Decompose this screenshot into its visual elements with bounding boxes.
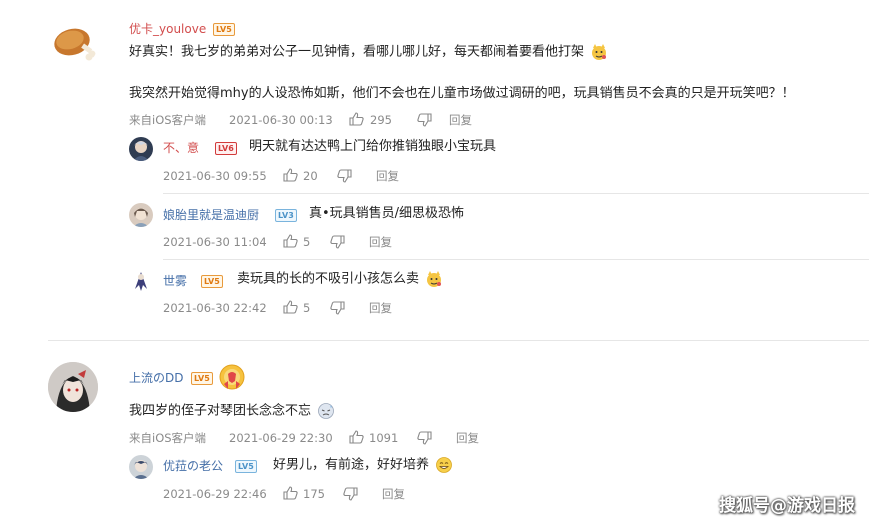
level-badge: LV5	[213, 23, 235, 36]
avatar-anime-icon	[133, 141, 149, 161]
reply-link[interactable]: 回复	[376, 168, 399, 184]
smile-emoji-icon	[436, 457, 453, 473]
reply-divider	[163, 259, 869, 260]
level-badge: LV6	[215, 142, 237, 155]
reply-username[interactable]: 优菈の老公	[163, 458, 223, 474]
reply-time: 2021-06-29 22:46	[163, 487, 267, 501]
like-count: 5	[303, 301, 311, 315]
reply-link[interactable]: 回复	[369, 300, 392, 316]
comment-time: 2021-06-29 22:30	[229, 431, 333, 445]
like-count: 20	[303, 169, 318, 183]
level-badge: LV5	[235, 460, 257, 473]
reply-divider	[163, 193, 869, 194]
avatar[interactable]	[48, 362, 98, 412]
reply-time: 2021-06-30 22:42	[163, 301, 267, 315]
comment-time: 2021-06-30 00:13	[229, 113, 333, 127]
reply-username[interactable]: 不、意	[163, 140, 199, 156]
cat-emoji-icon	[592, 44, 607, 60]
drumstick-icon	[54, 28, 96, 61]
comment-text: 我四岁的侄子对琴团长念念不忘	[129, 402, 335, 421]
like-count: 1091	[369, 431, 399, 445]
avatar-anime-icon	[48, 362, 98, 412]
sweat-emoji-icon	[318, 403, 335, 419]
reply-text: 明天就有达达鸭上门给你推销独眼小宝玩具	[249, 139, 497, 154]
reply-avatar[interactable]	[129, 203, 153, 227]
thumbs-down-icon[interactable]	[343, 487, 358, 501]
thumbs-up-icon[interactable]	[283, 168, 298, 182]
level-badge: LV5	[201, 275, 223, 288]
thumbs-down-icon[interactable]	[330, 235, 345, 249]
avatar-anime-icon	[133, 208, 149, 227]
comment-source: 来自iOS客户端	[129, 431, 207, 445]
reply-link[interactable]: 回复	[456, 430, 479, 446]
comment-text-line: 好真实！我七岁的弟弟对公子一见钟情，看哪儿哪儿好，每天都闹着要看他打架	[129, 44, 585, 60]
reply-text: 好男儿，有前途，好好培养	[273, 456, 453, 475]
thumbs-up-icon[interactable]	[349, 112, 364, 126]
reply-time: 2021-06-30 11:04	[163, 235, 267, 249]
like-count: 5	[303, 235, 311, 249]
avatar-drumstick[interactable]	[48, 18, 98, 68]
reply-avatar[interactable]	[129, 137, 153, 161]
comment-text: 好真实！我七岁的弟弟对公子一见钟情，看哪儿哪儿好，每天都闹着要看他打架	[129, 43, 608, 62]
username[interactable]: 优卡_youlove	[129, 21, 206, 37]
reply-username[interactable]: 世雾	[163, 273, 187, 289]
reply-text-content: 卖玩具的长的不吸引小孩怎么卖	[237, 271, 420, 287]
reply-link[interactable]: 回复	[449, 112, 472, 128]
reply-time: 2021-06-30 09:55	[163, 169, 267, 183]
level-badge: LV3	[275, 209, 297, 222]
cat-emoji-icon	[427, 271, 442, 287]
reply-text-content: 好男儿，有前途，好好培养	[273, 457, 430, 473]
thumbs-up-icon[interactable]	[283, 486, 298, 500]
reply-avatar[interactable]	[129, 269, 153, 293]
thumbs-down-icon[interactable]	[330, 301, 345, 315]
reply-link[interactable]: 回复	[369, 234, 392, 250]
comment-text-line: 我四岁的侄子对琴团长念念不忘	[129, 403, 312, 419]
level-badge: LV5	[191, 372, 213, 385]
thumbs-up-icon[interactable]	[283, 300, 298, 314]
thumbs-down-icon[interactable]	[337, 169, 352, 183]
username[interactable]: 上流のDD	[129, 370, 183, 386]
comment-divider	[48, 340, 869, 341]
thumbs-down-icon[interactable]	[417, 113, 432, 127]
comment-text-line-2: 我突然开始觉得mhy的人设恐怖如斯，他们不会也在儿童市场做过调研的吧，玩具销售员…	[129, 86, 795, 101]
watermark: 搜狐号@游戏日报	[719, 496, 855, 516]
avatar-anime-icon	[135, 272, 147, 291]
reply-username[interactable]: 娘胎里就是温迪厨	[163, 207, 259, 223]
thumbs-up-icon[interactable]	[349, 430, 364, 444]
thumbs-up-icon[interactable]	[283, 234, 298, 248]
reply-text: 卖玩具的长的不吸引小孩怎么卖	[237, 270, 443, 289]
reply-link[interactable]: 回复	[382, 486, 405, 502]
avatar-anime-icon	[133, 460, 149, 479]
reply-text: 真•玩具销售员/细思极恐怖	[309, 206, 465, 221]
comment-source: 来自iOS客户端	[129, 113, 207, 127]
like-count: 175	[303, 487, 325, 501]
medal-icon	[219, 364, 245, 390]
reply-avatar[interactable]	[129, 455, 153, 479]
thumbs-down-icon[interactable]	[417, 431, 432, 445]
like-count: 295	[370, 113, 392, 127]
